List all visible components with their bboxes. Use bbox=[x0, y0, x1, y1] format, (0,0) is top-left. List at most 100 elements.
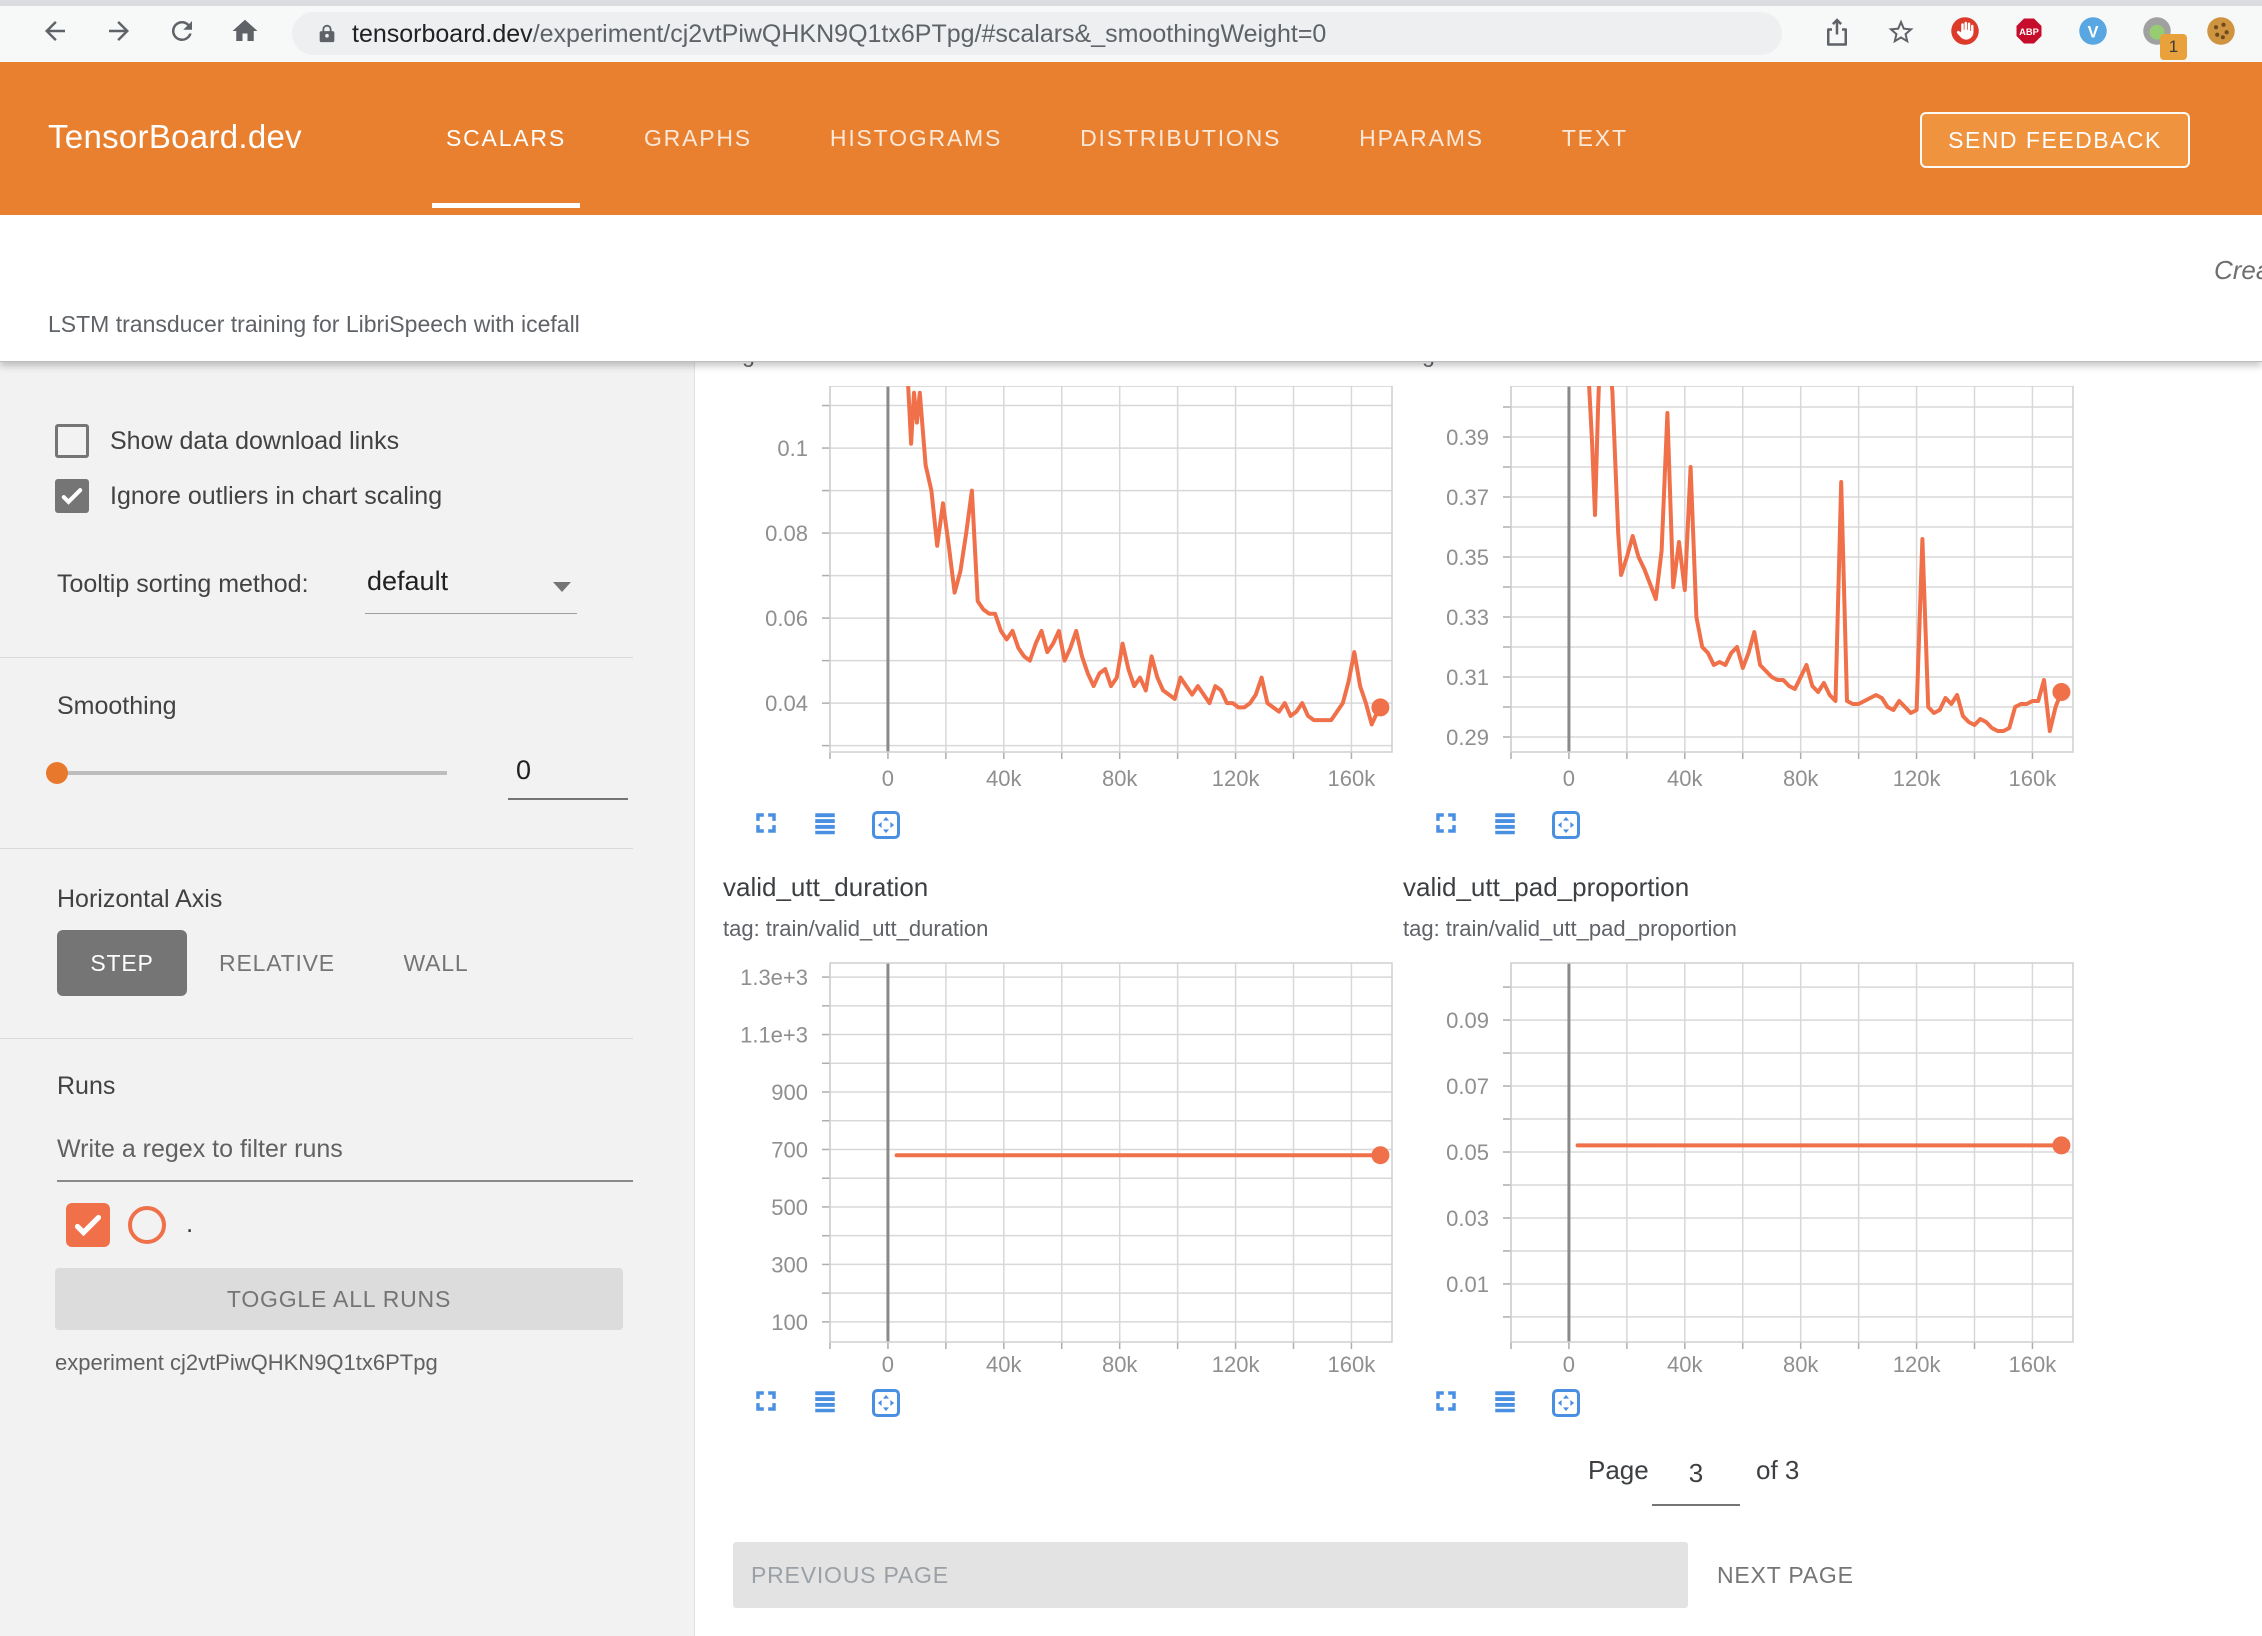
abp-octagon-icon[interactable]: ABP bbox=[2014, 16, 2044, 46]
cookie-icon[interactable] bbox=[2206, 16, 2236, 46]
divider bbox=[0, 1038, 633, 1039]
svg-text:0.09: 0.09 bbox=[1446, 1008, 1489, 1033]
svg-text:0.29: 0.29 bbox=[1446, 725, 1489, 750]
home-icon[interactable] bbox=[230, 16, 260, 46]
divider bbox=[0, 848, 633, 849]
page-number-input[interactable]: 3 bbox=[1652, 1448, 1740, 1506]
svg-text:0.05: 0.05 bbox=[1446, 1140, 1489, 1165]
svg-text:40k: 40k bbox=[986, 1352, 1022, 1377]
fit-domain-icon[interactable] bbox=[1551, 1388, 1581, 1418]
expand-chart-icon[interactable] bbox=[1433, 1388, 1459, 1414]
smoothing-slider-track[interactable] bbox=[57, 771, 447, 775]
axis-relative-button[interactable]: RELATIVE bbox=[213, 930, 341, 996]
settings-sidebar: Show data download links Ignore outliers… bbox=[0, 362, 695, 1636]
svg-text:0.01: 0.01 bbox=[1446, 1272, 1489, 1297]
extension-badge: 1 bbox=[2160, 34, 2187, 60]
fit-domain-icon[interactable] bbox=[871, 1388, 901, 1418]
chart-toolbar-top-left bbox=[753, 810, 901, 840]
share-icon[interactable] bbox=[1822, 17, 1852, 47]
data-table-icon[interactable] bbox=[1492, 1388, 1518, 1414]
svg-text:0.33: 0.33 bbox=[1446, 605, 1489, 630]
ignore-outliers-label: Ignore outliers in chart scaling bbox=[110, 482, 442, 511]
chart-title-valid-utt-pad-proportion: valid_utt_pad_proportion bbox=[1403, 872, 1689, 903]
scalar-chart-valid-utt-duration[interactable]: 1003005007009001.1e+31.3e+3040k80k120k16… bbox=[705, 958, 1397, 1382]
scalar-chart-top-left[interactable]: 0.040.060.080.1040k80k120k160k bbox=[705, 386, 1397, 800]
svg-text:160k: 160k bbox=[1328, 766, 1377, 791]
tab-hparams[interactable]: HPARAMS bbox=[1345, 62, 1498, 215]
run-color-swatch bbox=[128, 1206, 166, 1244]
axis-wall-button[interactable]: WALL bbox=[396, 930, 476, 996]
url-text: tensorboard.dev/experiment/cj2vtPiwQHKN9… bbox=[352, 20, 1326, 49]
svg-text:0.06: 0.06 bbox=[765, 606, 808, 631]
svg-text:0: 0 bbox=[882, 1352, 894, 1377]
svg-text:0.35: 0.35 bbox=[1446, 545, 1489, 570]
previous-page-button[interactable]: PREVIOUS PAGE bbox=[733, 1542, 1688, 1608]
next-page-button[interactable]: NEXT PAGE bbox=[1717, 1542, 1854, 1608]
svg-text:0: 0 bbox=[1563, 1352, 1575, 1377]
show-download-links-checkbox[interactable] bbox=[55, 424, 89, 458]
axis-step-button[interactable]: STEP bbox=[57, 930, 187, 996]
scalar-chart-top-right[interactable]: 0.290.310.330.350.370.39040k80k120k160k bbox=[1386, 386, 2078, 800]
tab-graphs[interactable]: GRAPHS bbox=[630, 62, 766, 215]
scalar-chart-valid-utt-pad-proportion[interactable]: 0.010.030.050.070.09040k80k120k160k bbox=[1386, 958, 2078, 1382]
svg-text:160k: 160k bbox=[2009, 1352, 2058, 1377]
expand-chart-icon[interactable] bbox=[753, 1388, 779, 1414]
back-icon[interactable] bbox=[40, 16, 70, 46]
svg-text:900: 900 bbox=[771, 1080, 808, 1105]
chart-tag-valid-utt-duration: tag: train/valid_utt_duration bbox=[723, 916, 988, 942]
svg-text:ABP: ABP bbox=[2019, 27, 2039, 37]
toggle-all-runs-button[interactable]: TOGGLE ALL RUNS bbox=[55, 1268, 623, 1330]
experiment-id-caption: experiment cj2vtPiwQHKN9Q1tx6PTpg bbox=[55, 1350, 438, 1376]
svg-text:300: 300 bbox=[771, 1252, 808, 1277]
svg-text:500: 500 bbox=[771, 1195, 808, 1220]
tooltip-sort-label: Tooltip sorting method: bbox=[57, 570, 309, 599]
svg-text:120k: 120k bbox=[1893, 1352, 1942, 1377]
show-download-links-label: Show data download links bbox=[110, 427, 399, 456]
experiment-topbar: Crea LSTM transducer training for LibriS… bbox=[0, 215, 2262, 362]
fit-domain-icon[interactable] bbox=[871, 810, 901, 840]
svg-text:0: 0 bbox=[1563, 766, 1575, 791]
chart-title-valid-utt-duration: valid_utt_duration bbox=[723, 872, 928, 903]
ignore-outliers-checkbox[interactable] bbox=[55, 479, 89, 513]
forward-icon[interactable] bbox=[104, 16, 134, 46]
tab-histograms[interactable]: HISTOGRAMS bbox=[816, 62, 1016, 215]
window-top-strip bbox=[0, 0, 2262, 6]
data-table-icon[interactable] bbox=[812, 810, 838, 836]
divider bbox=[0, 657, 633, 658]
run-visibility-checkbox[interactable] bbox=[66, 1203, 110, 1247]
send-feedback-button[interactable]: SEND FEEDBACK bbox=[1920, 112, 2190, 168]
svg-text:80k: 80k bbox=[1102, 1352, 1138, 1377]
v-extension-icon[interactable]: V bbox=[2078, 16, 2108, 46]
svg-text:120k: 120k bbox=[1893, 766, 1942, 791]
check-icon bbox=[58, 482, 86, 510]
expand-chart-icon[interactable] bbox=[753, 810, 779, 836]
url-bar[interactable]: tensorboard.dev/experiment/cj2vtPiwQHKN9… bbox=[292, 12, 1782, 55]
chart-tag-valid-utt-pad-proportion: tag: train/valid_utt_pad_proportion bbox=[1403, 916, 1737, 942]
tab-distributions[interactable]: DISTRIBUTIONS bbox=[1066, 62, 1295, 215]
reload-icon[interactable] bbox=[167, 16, 197, 46]
svg-text:0.37: 0.37 bbox=[1446, 485, 1489, 510]
tab-scalars[interactable]: SCALARS bbox=[432, 62, 580, 215]
tooltip-sort-dropdown[interactable]: default bbox=[365, 558, 577, 614]
data-table-icon[interactable] bbox=[812, 1388, 838, 1414]
svg-text:0.31: 0.31 bbox=[1446, 665, 1489, 690]
runs-filter-input[interactable]: Write a regex to filter runs bbox=[57, 1135, 343, 1164]
adblock-hand-icon[interactable] bbox=[1950, 16, 1980, 46]
smoothing-value-input[interactable]: 0 bbox=[508, 745, 628, 800]
svg-text:0.04: 0.04 bbox=[765, 691, 808, 716]
fit-domain-icon[interactable] bbox=[1551, 810, 1581, 840]
brand-logo[interactable]: TensorBoard.dev bbox=[48, 118, 302, 156]
page-label: Page bbox=[1588, 1455, 1649, 1486]
svg-text:0.07: 0.07 bbox=[1446, 1074, 1489, 1099]
browser-toolbar: tensorboard.dev/experiment/cj2vtPiwQHKN9… bbox=[0, 0, 2262, 62]
bookmark-star-icon[interactable] bbox=[1886, 17, 1916, 47]
smoothing-slider-thumb[interactable] bbox=[46, 762, 68, 784]
url-host: tensorboard.dev bbox=[352, 20, 533, 48]
svg-text:0: 0 bbox=[882, 766, 894, 791]
expand-chart-icon[interactable] bbox=[1433, 810, 1459, 836]
svg-text:0.08: 0.08 bbox=[765, 521, 808, 546]
tab-text[interactable]: TEXT bbox=[1548, 62, 1642, 215]
svg-text:80k: 80k bbox=[1102, 766, 1138, 791]
data-table-icon[interactable] bbox=[1492, 810, 1518, 836]
svg-text:160k: 160k bbox=[1328, 1352, 1377, 1377]
